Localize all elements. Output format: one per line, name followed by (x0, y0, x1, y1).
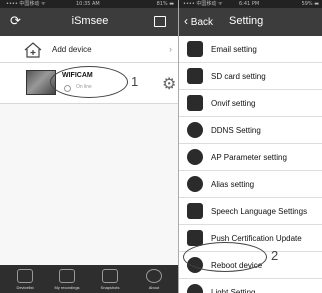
tab-devicelist[interactable]: Devicelist (7, 265, 43, 293)
tab-snapshots[interactable]: Snapshots (92, 265, 128, 293)
picture-icon (102, 269, 118, 283)
page-title: Setting (229, 15, 264, 27)
sd-card-icon (187, 68, 203, 84)
camera-icon (17, 269, 33, 283)
setting-item-email[interactable]: Email setting (179, 36, 322, 63)
empty-list-area (0, 104, 180, 265)
tab-label: My recordings (54, 285, 80, 290)
setting-screen: •••• 中国移动 ᯤ 6:41 PM 59% ▬ ‹ Back Setting… (178, 0, 322, 293)
nav-bar: ⟳ iSmsee (0, 8, 180, 36)
device-list-screen: •••• 中国移动 ᯤ 10:35 AM 81% ▬ ⟳ iSmsee Add … (0, 0, 180, 293)
add-device-label: Add device (52, 45, 92, 54)
tab-label: About (148, 285, 160, 290)
setting-item-speech-language[interactable]: Speech Language Settings (179, 198, 322, 225)
light-icon (187, 284, 203, 293)
device-callout-circle (50, 66, 128, 98)
home-add-icon (24, 42, 42, 58)
speech-icon (187, 203, 203, 219)
onvif-icon (187, 95, 203, 111)
status-bar: •••• 中国移动 ᯤ 10:35 AM 81% ▬ (0, 0, 180, 8)
email-icon (187, 41, 203, 57)
info-icon (146, 269, 162, 283)
setting-label: Speech Language Settings (211, 207, 308, 216)
setting-label: Email setting (211, 45, 257, 54)
battery-indicator: 81% ▬ (156, 1, 174, 7)
folder-icon (59, 269, 75, 283)
chevron-left-icon: ‹ (184, 14, 188, 28)
status-bar: •••• 中国移动 ᯤ 6:41 PM 59% ▬ (179, 0, 322, 8)
add-device-row[interactable]: Add device › (0, 36, 180, 63)
carrier-signal: •••• 中国移动 ᯤ (183, 1, 223, 7)
battery-indicator: 59% ▬ (301, 1, 319, 7)
setting-item-light[interactable]: Light Setting (179, 279, 322, 293)
setting-item-alias[interactable]: Alias setting (179, 171, 322, 198)
setting-item-sd-card[interactable]: SD card setting (179, 63, 322, 90)
setting-label: DDNS Setting (211, 126, 261, 135)
setting-item-ap-parameter[interactable]: AP Parameter setting (179, 144, 322, 171)
status-time: 6:41 PM (239, 1, 260, 7)
tab-label: Devicelist (16, 285, 34, 290)
setting-label: AP Parameter setting (211, 153, 287, 162)
tab-bar: Devicelist My recordings Snapshots About (0, 265, 180, 293)
alias-icon (187, 176, 203, 192)
page-title: iSmsee (71, 15, 109, 27)
gear-icon[interactable]: ⚙ (162, 74, 176, 94)
back-label: Back (190, 17, 214, 28)
callout-number-2: 2 (271, 248, 279, 263)
carrier-signal: •••• 中国移动 ᯤ (6, 1, 46, 7)
reboot-callout-circle (183, 242, 267, 272)
back-button[interactable]: ‹ Back (184, 14, 213, 28)
callout-number-1: 1 (131, 74, 139, 89)
setting-label: Alias setting (211, 180, 255, 189)
tab-about[interactable]: About (136, 265, 172, 293)
tab-label: Snapshots (100, 285, 120, 290)
setting-label: Light Setting (211, 288, 256, 293)
setting-item-onvif[interactable]: Onvif setting (179, 90, 322, 117)
tab-my-recordings[interactable]: My recordings (49, 265, 85, 293)
chevron-right-icon: › (169, 44, 172, 54)
ap-icon (187, 149, 203, 165)
setting-item-ddns[interactable]: DDNS Setting (179, 117, 322, 144)
setting-label: Onvif setting (211, 99, 256, 108)
ddns-icon (187, 122, 203, 138)
edit-icon[interactable] (154, 16, 166, 27)
status-time: 10:35 AM (76, 1, 100, 7)
setting-label: SD card setting (211, 72, 266, 81)
nav-bar: ‹ Back Setting (179, 8, 322, 36)
